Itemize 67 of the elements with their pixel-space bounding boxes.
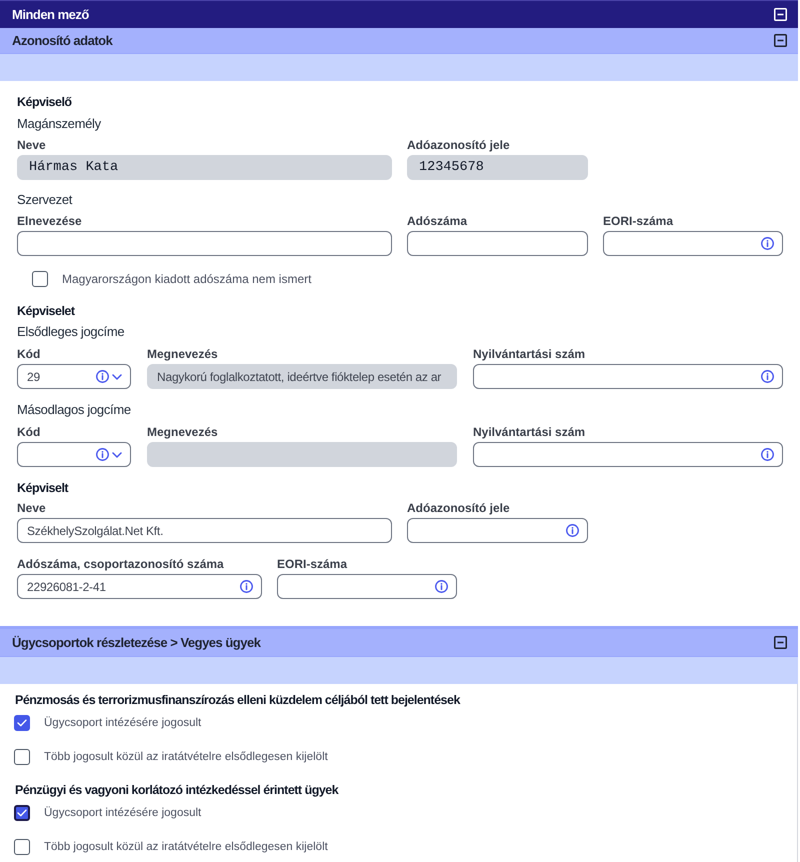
- select-field[interactable]: 29: [17, 364, 131, 389]
- info-icon[interactable]: [566, 524, 579, 537]
- section-title: Ügycsoportok részletezése > Vegyes ügyek: [12, 635, 260, 650]
- checkbox-label: Több jogosult közül az iratátvételre elsődlegesen kijelölt: [44, 750, 328, 765]
- info-icon[interactable]: [96, 370, 109, 383]
- input-field[interactable]: 22926081-2-41: [17, 574, 262, 599]
- checkbox-label: Ügycsoport intézésére jogosult: [44, 715, 202, 731]
- field-label: Nyilvántartási szám: [473, 347, 586, 361]
- checkbox[interactable]: [32, 271, 48, 287]
- info-icon[interactable]: [761, 370, 774, 383]
- info-icon[interactable]: [761, 237, 774, 250]
- input-field[interactable]: Nagykorú foglalkoztatott, ideértve fióktelep esetén az ar: [147, 364, 457, 389]
- field-label: Nyilvántartási szám: [473, 425, 586, 439]
- subgroup-heading: Magánszemély: [17, 116, 101, 132]
- group-heading: Képviselet: [17, 303, 75, 319]
- case-group-heading: Pénzmosás és terrorizmusfinanszírozás elleni küzdelem céljából tett bejelentések: [15, 692, 460, 708]
- field-label: Neve: [17, 138, 46, 152]
- section-title: Azonosító adatok: [12, 33, 112, 48]
- collapse-icon[interactable]: [774, 34, 787, 47]
- subgroup-heading: Szervezet: [17, 192, 72, 208]
- section-header[interactable]: Ügycsoportok részletezése > Vegyes ügyek: [0, 626, 798, 657]
- input-field[interactable]: 12345678: [407, 155, 588, 180]
- checkbox[interactable]: [14, 715, 30, 731]
- info-icon[interactable]: [240, 580, 253, 593]
- checkbox-label: Ügycsoport intézésére jogosult: [44, 805, 202, 821]
- select-field[interactable]: [17, 442, 131, 467]
- field-label: Adóazonosító jele: [407, 501, 510, 515]
- chevron-down-icon[interactable]: [112, 374, 122, 380]
- input-field[interactable]: [407, 231, 588, 256]
- checkmark-icon: [17, 719, 27, 727]
- field-label: EORI-száma: [277, 557, 348, 571]
- section-header[interactable]: Azonosító adatok: [0, 28, 798, 54]
- panel-title: Minden mező: [12, 7, 89, 22]
- subgroup-heading: Másodlagos jogcíme: [17, 402, 131, 418]
- info-icon[interactable]: [435, 580, 448, 593]
- input-field[interactable]: [407, 518, 588, 543]
- input-field[interactable]: SzékhelySzolgálat.Net Kft.: [17, 518, 392, 543]
- input-field[interactable]: [17, 231, 392, 256]
- group-heading: Képviselő: [17, 94, 72, 110]
- info-icon[interactable]: [96, 448, 109, 461]
- input-field[interactable]: [473, 364, 783, 389]
- field-label: Neve: [17, 501, 46, 515]
- input-field[interactable]: Hármas Kata: [17, 155, 392, 180]
- case-group-heading: Pénzügyi és vagyoni korlátozó intézkedéssel érintett ügyek: [15, 782, 338, 798]
- field-label: Megnevezés: [147, 347, 218, 361]
- field-label: Kód: [17, 347, 40, 361]
- field-label: Adóazonosító jele: [407, 138, 510, 152]
- input-field[interactable]: [473, 442, 783, 467]
- checkbox[interactable]: [14, 749, 30, 765]
- checkbox[interactable]: [14, 839, 30, 855]
- input-field[interactable]: [277, 574, 457, 599]
- field-label: Adószáma: [407, 214, 468, 228]
- chevron-down-icon[interactable]: [112, 452, 122, 458]
- field-label: Elnevezése: [17, 214, 82, 228]
- field-label: Adószáma, csoportazonosító száma: [17, 557, 224, 571]
- input-field[interactable]: [603, 231, 783, 256]
- field-label: Megnevezés: [147, 425, 218, 439]
- field-label: Kód: [17, 425, 40, 439]
- checkbox[interactable]: [14, 805, 30, 821]
- checkbox-label: Magyarországon kiadott adószáma nem ismert: [62, 271, 312, 287]
- info-icon[interactable]: [761, 448, 774, 461]
- checkbox-label: Több jogosult közül az iratátvételre elsődlegesen kijelölt: [44, 840, 328, 855]
- checkmark-icon: [17, 809, 27, 817]
- group-heading: Képviselt: [17, 480, 68, 496]
- subgroup-heading: Elsődleges jogcíme: [17, 324, 124, 340]
- collapse-icon[interactable]: [774, 636, 787, 649]
- field-label: EORI-száma: [603, 214, 674, 228]
